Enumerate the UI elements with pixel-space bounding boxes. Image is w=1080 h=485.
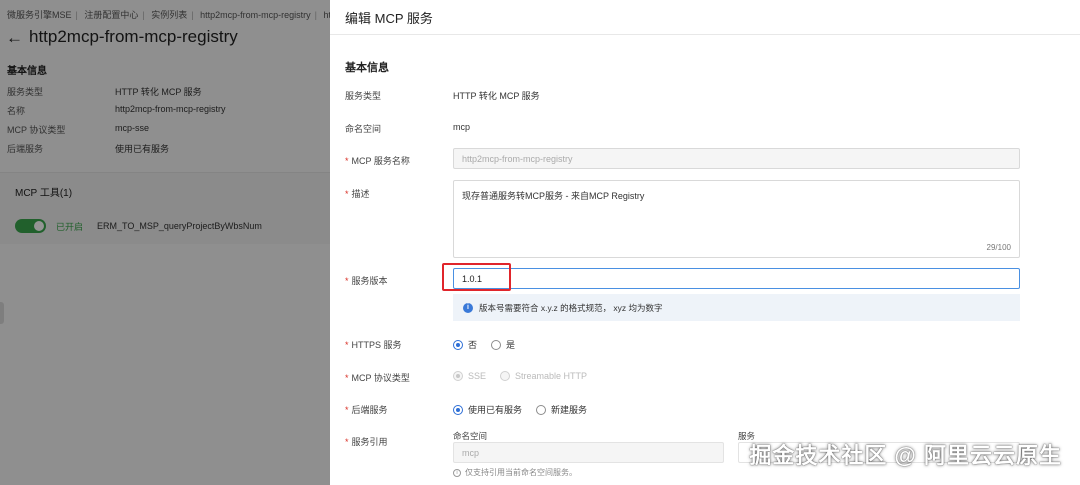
namespace-value: mcp [453, 122, 471, 132]
watermark: 掘金技术社区 @ 阿里云云原生 [749, 443, 1062, 468]
ref-namespace-label: 命名空间 [453, 431, 488, 441]
radio-icon [453, 339, 463, 350]
description-label: * 描述 [345, 189, 370, 199]
drawer-header: 编辑 MCP 服务 [330, 0, 1080, 35]
ref-namespace-select[interactable]: mcp [453, 442, 724, 463]
service-ref-label: * 服务引用 [345, 437, 388, 447]
version-tip: i 版本号需要符合 x.y.z 的格式规范， xyz 均为数字 [453, 294, 1020, 321]
backend-radio-group: 使用已有服务 新建服务 [453, 403, 587, 416]
protocol-radio-group: SSE Streamable HTTP [453, 371, 587, 381]
service-name-input[interactable]: http2mcp-from-mcp-registry [453, 148, 1020, 169]
service-type-value: HTTP 转化 MCP 服务 [453, 91, 540, 101]
version-label: * 服务版本 [345, 276, 388, 286]
version-input[interactable]: 1.0.1 [453, 268, 1020, 289]
service-name-label: * MCP 服务名称 [345, 156, 410, 166]
description-text: 现存普通服务转MCP服务 - 来自MCP Registry [462, 191, 645, 201]
https-label: * HTTPS 服务 [345, 340, 402, 350]
radio-icon [453, 371, 463, 381]
backend-option-new[interactable]: 新建服务 [536, 403, 587, 416]
radio-icon [536, 404, 547, 415]
drawer-body: 基本信息 服务类型 HTTP 转化 MCP 服务 命名空间 mcp * MCP 服… [330, 35, 1080, 485]
char-counter: 29/100 [986, 243, 1011, 252]
protocol-option-sse[interactable]: SSE [453, 371, 486, 381]
radio-icon [491, 339, 502, 350]
drawer-title: 编辑 MCP 服务 [345, 10, 433, 26]
protocol-option-streamable[interactable]: Streamable HTTP [500, 371, 587, 381]
https-radio-group: 否 是 [453, 338, 515, 351]
service-ref-help: i 仅支持引用当前命名空间服务。 [453, 467, 577, 478]
version-tip-text: 版本号需要符合 x.y.z 的格式规范， xyz 均为数字 [479, 302, 663, 313]
backend-option-existing[interactable]: 使用已有服务 [453, 403, 522, 416]
namespace-label: 命名空间 [345, 124, 382, 134]
info-icon: i [463, 302, 473, 313]
info-circle-icon: i [453, 468, 461, 477]
description-textarea[interactable]: 现存普通服务转MCP服务 - 来自MCP Registry 29/100 [453, 180, 1020, 258]
radio-icon [453, 404, 463, 415]
service-type-label: 服务类型 [345, 91, 382, 101]
https-option-yes[interactable]: 是 [491, 338, 515, 351]
protocol-label: * MCP 协议类型 [345, 373, 410, 383]
background-page: 微服务引擎MSE | 注册配置中心 | 实例列表 | http2mcp-from-mc… [0, 0, 330, 485]
modal-overlay[interactable] [0, 0, 330, 485]
radio-icon [500, 371, 511, 381]
https-option-no[interactable]: 否 [453, 338, 477, 351]
backend-label: * 后端服务 [345, 405, 388, 415]
section-title: 基本信息 [345, 62, 389, 74]
highlight-annotation [442, 263, 511, 291]
edit-drawer: 编辑 MCP 服务 基本信息 服务类型 HTTP 转化 MCP 服务 命名空间 … [330, 0, 1080, 485]
service-ref-help-text: 仅支持引用当前命名空间服务。 [465, 468, 577, 477]
